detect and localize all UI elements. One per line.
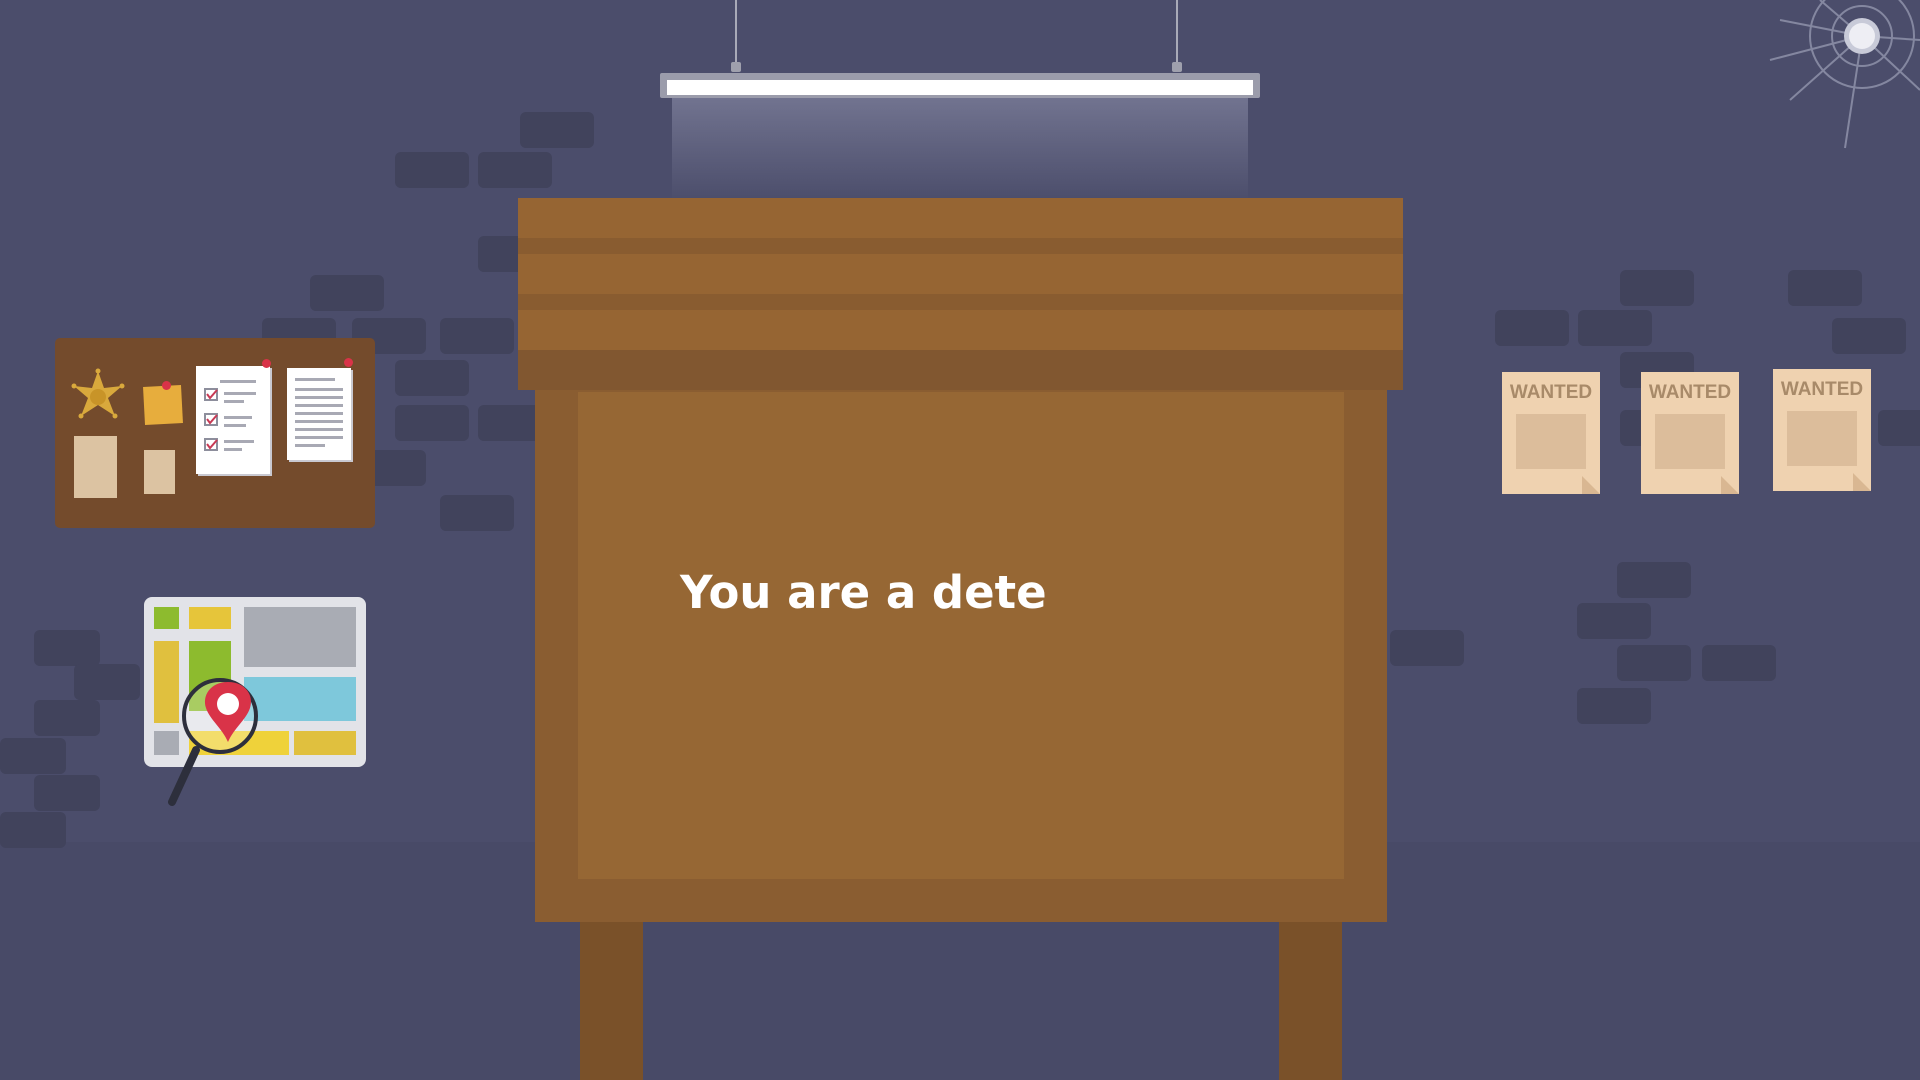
wanted-poster-title: WANTED	[1509, 382, 1593, 403]
wanted-poster-title: WANTED	[1780, 379, 1864, 400]
photo-paper-small	[144, 450, 175, 494]
pin-icon	[344, 358, 353, 367]
poster-fold-icon	[1853, 473, 1871, 491]
photo-paper	[74, 436, 117, 498]
poster-fold-icon	[1721, 476, 1739, 494]
board-leg-right	[1279, 922, 1342, 1080]
dialog-text: You are a dete	[680, 566, 1047, 619]
magnifier-pin-icon	[168, 678, 258, 806]
wanted-poster-title: WANTED	[1648, 382, 1732, 403]
sheriff-star-icon	[71, 368, 125, 419]
checklist-icon	[196, 366, 270, 474]
wanted-poster-2: WANTED	[1641, 372, 1739, 494]
poster-fold-icon	[1582, 476, 1600, 494]
wanted-poster-1: WANTED	[1502, 372, 1600, 494]
board-leg-left	[580, 922, 643, 1080]
wanted-poster-photo	[1516, 414, 1586, 469]
document-icon	[287, 368, 351, 460]
wanted-poster-photo	[1655, 414, 1725, 469]
wanted-poster-3: WANTED	[1773, 369, 1871, 491]
bullet-hole-icon	[1769, 0, 1920, 149]
pin-icon	[262, 359, 271, 368]
sticky-note-icon	[143, 385, 183, 425]
pin-icon	[162, 381, 171, 390]
dialog-panel	[578, 392, 1344, 879]
wanted-poster-photo	[1787, 411, 1857, 466]
